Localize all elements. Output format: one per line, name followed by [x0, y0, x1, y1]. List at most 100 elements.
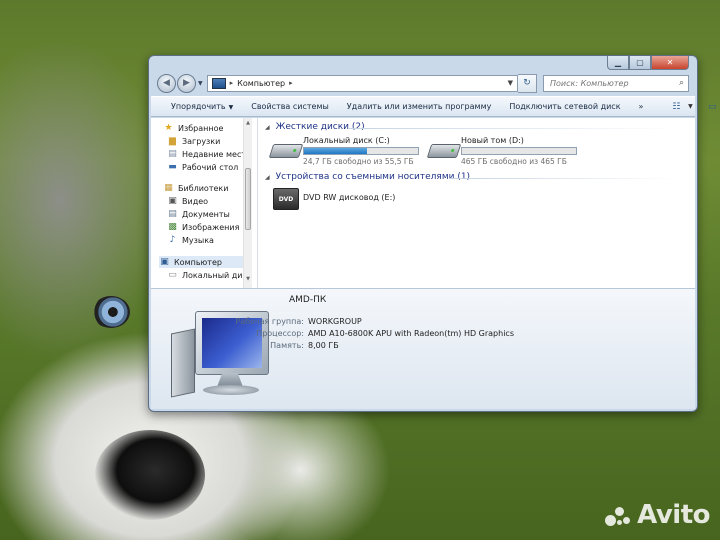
drive-name: Новый том (D:) [461, 136, 524, 145]
nav-label: Библиотеки [178, 183, 229, 193]
uninstall-program-button[interactable]: Удалить или изменить программу [347, 102, 492, 111]
maximize-button[interactable]: ▢ [629, 56, 651, 70]
group-divider [349, 128, 679, 129]
drive-name: DVD RW дисковод (E:) [303, 193, 396, 202]
libraries-icon: ▦ [164, 183, 173, 193]
computer-icon: ▣ [160, 257, 169, 267]
group-hard-disks[interactable]: ◢ Жесткие диски (2) [265, 122, 365, 132]
details-pane: AMD-ПК Рабочая группа: WORKGROUP Процессо… [151, 288, 695, 409]
drive-free-space: 465 ГБ свободно из 465 ГБ [461, 157, 567, 166]
nav-desktop[interactable]: ▬ Рабочий стол [167, 161, 238, 173]
nav-label: Видео [182, 196, 209, 206]
group-title: Жесткие диски (2) [275, 122, 365, 132]
search-input[interactable] [548, 77, 679, 89]
watermark-text: Avito [637, 500, 710, 530]
drive-d[interactable]: Новый том (D:) 465 ГБ свободно из 465 ГБ [426, 136, 577, 166]
navigation-pane: ★ Избранное ▆ Загрузки ▤ Недавние места … [151, 118, 258, 288]
recent-places-icon: ▤ [168, 149, 177, 159]
drive-name: Локальный диск (C:) [303, 136, 390, 145]
system-properties-button[interactable]: Свойства системы [251, 102, 329, 111]
view-controls: ☷ ▼ ▭ ? [661, 101, 720, 113]
minimize-button[interactable]: ▁ [607, 56, 629, 70]
nav-computer[interactable]: ▣ Компьютер [159, 256, 243, 268]
memory-row: Память: 8,00 ГБ [229, 341, 339, 350]
computer-name: AMD-ПК [289, 295, 327, 305]
dvd-drive-icon: DVD [271, 186, 299, 210]
nav-images[interactable]: ▩ Изображения [167, 221, 239, 233]
explorer-window[interactable]: ▁ ▢ ✕ ◀ ▶ ▼ ▸ Компьютер ▸ ▼ ↻ ⌕ Упорядоч… [148, 55, 717, 412]
breadcrumb-computer[interactable]: Компьютер [237, 79, 285, 88]
hard-drive-icon [426, 136, 462, 158]
video-icon: ▣ [168, 196, 177, 206]
hard-drive-icon [268, 136, 304, 158]
drive-usage-fill [304, 148, 368, 154]
computer-icon [211, 77, 226, 89]
drive-e[interactable]: DVD DVD RW дисковод (E:) [271, 186, 396, 210]
group-title: Устройства со съемными носителями (1) [275, 172, 471, 182]
avito-logo-icon [605, 505, 633, 527]
music-icon: ♪ [169, 235, 176, 245]
scroll-thumb[interactable] [245, 168, 251, 230]
group-removable[interactable]: ◢ Устройства со съемными носителями (1) [265, 172, 470, 182]
nav-label: Документы [182, 209, 230, 219]
refresh-button[interactable]: ↻ [518, 73, 537, 93]
command-bar: Упорядочить ▼ Свойства системы Удалить ил… [151, 96, 717, 117]
collapse-icon[interactable]: ◢ [265, 174, 270, 181]
content-area: ◢ Жесткие диски (2) Локальный диск (C:) … [259, 118, 695, 288]
address-dropdown-icon[interactable]: ▼ [508, 79, 513, 87]
watermark-logo: Avito [605, 500, 710, 530]
chevron-down-icon: ▼ [228, 104, 234, 111]
nav-music[interactable]: ♪ Музыка [167, 234, 214, 246]
dog-nose [95, 430, 205, 520]
back-button[interactable]: ◀ [157, 73, 176, 93]
map-network-drive-button[interactable]: Подключить сетевой диск [509, 102, 620, 111]
more-commands-button[interactable]: » [639, 102, 644, 111]
nav-label: Музыка [182, 235, 214, 245]
cpu-value: AMD A10-6800K APU with Radeon(tm) HD Gra… [308, 329, 514, 338]
star-icon: ★ [164, 123, 173, 133]
workgroup-value: WORKGROUP [308, 317, 362, 326]
nav-label: Недавние места [182, 149, 251, 159]
forward-button[interactable]: ▶ [177, 73, 196, 93]
view-dropdown-icon[interactable]: ▼ [683, 101, 697, 113]
scroll-down-icon[interactable]: ▼ [244, 276, 252, 286]
group-divider [449, 178, 679, 179]
breadcrumb-chevron-icon[interactable]: ▸ [289, 79, 293, 87]
workgroup-label: Рабочая группа: [235, 317, 304, 326]
address-bar[interactable]: ▸ Компьютер ▸ ▼ [206, 74, 518, 92]
workgroup-row: Рабочая группа: WORKGROUP [229, 317, 362, 326]
nav-libraries[interactable]: ▦ Библиотеки [163, 182, 228, 194]
scroll-up-icon[interactable]: ▲ [244, 120, 252, 130]
nav-recent-places[interactable]: ▤ Недавние места [167, 148, 251, 160]
organize-label: Упорядочить [171, 102, 226, 111]
organize-button[interactable]: Упорядочить ▼ [171, 102, 233, 111]
change-view-icon[interactable]: ☷ [669, 101, 683, 113]
drive-c[interactable]: Локальный диск (C:) 24,7 ГБ свободно из … [268, 136, 419, 166]
search-icon: ⌕ [678, 78, 684, 88]
preview-pane-icon[interactable]: ▭ [705, 101, 719, 113]
nav-favorites[interactable]: ★ Избранное [163, 122, 223, 134]
cpu-row: Процессор: AMD A10-6800K APU with Radeon(… [229, 329, 514, 338]
nav-downloads[interactable]: ▆ Загрузки [167, 135, 220, 147]
caption-buttons: ▁ ▢ ✕ [607, 56, 689, 70]
nav-local-disk[interactable]: ▭ Локальный диск [167, 269, 252, 281]
downloads-folder-icon: ▆ [169, 136, 176, 146]
nav-label: Изображения [182, 222, 240, 232]
nav-documents[interactable]: ▤ Документы [167, 208, 230, 220]
main-pane: ★ Избранное ▆ Загрузки ▤ Недавние места … [151, 118, 695, 288]
desktop-icon: ▬ [168, 162, 177, 172]
collapse-icon[interactable]: ◢ [265, 124, 270, 131]
search-box[interactable]: ⌕ [543, 74, 689, 92]
close-button[interactable]: ✕ [651, 56, 689, 70]
breadcrumb-separator-icon[interactable]: ▸ [230, 79, 234, 87]
nav-scrollbar[interactable]: ▲ ▼ [243, 118, 252, 288]
drive-usage-bar [303, 147, 419, 155]
dvd-label: DVD [273, 188, 299, 210]
recent-pages-dropdown[interactable]: ▼ [198, 80, 203, 87]
nav-label: Загрузки [182, 136, 221, 146]
drive-usage-bar [461, 147, 577, 155]
nav-label: Избранное [178, 123, 224, 133]
nav-video[interactable]: ▣ Видео [167, 195, 208, 207]
dog-eye [92, 296, 130, 328]
disk-icon: ▭ [168, 270, 177, 280]
